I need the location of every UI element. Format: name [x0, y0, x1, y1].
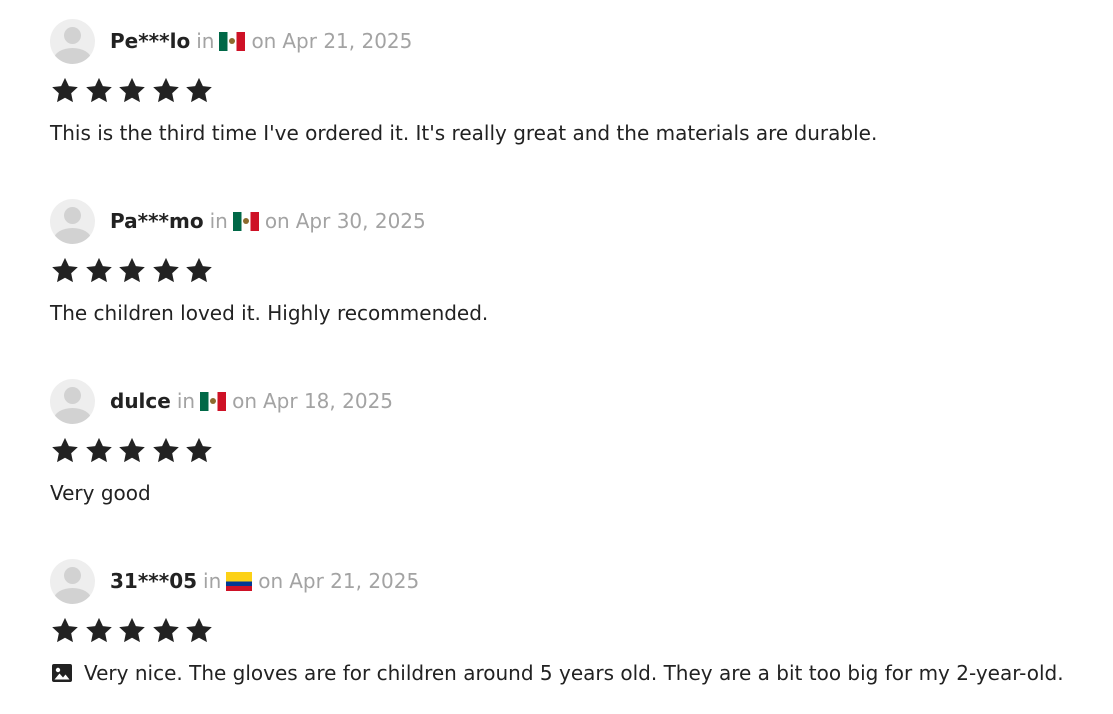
avatar-body-icon	[54, 407, 91, 424]
review-body: The children loved it. Highly recommende…	[50, 301, 489, 325]
star-icon	[117, 616, 147, 646]
star-rating	[50, 76, 1100, 108]
avatar	[50, 558, 95, 604]
in-label: in	[196, 29, 215, 53]
review-body: Very good	[50, 481, 151, 505]
review-header: 31***05 in on Apr 21, 2025	[50, 558, 1100, 604]
avatar-body-icon	[54, 47, 91, 64]
avatar	[50, 198, 95, 244]
date-prefix: on	[232, 389, 257, 413]
image-icon[interactable]	[50, 661, 74, 685]
avatar-body-icon	[54, 227, 91, 244]
review-item: Pe***lo in on Apr 21, 2025 This is the t…	[50, 18, 1100, 146]
review-date: Apr 21, 2025	[282, 29, 413, 53]
colombia-flag-icon	[226, 571, 253, 591]
avatar-head-icon	[64, 566, 81, 584]
date-prefix: on	[258, 569, 284, 593]
mexico-flag-icon	[200, 391, 227, 411]
star-rating	[50, 256, 1100, 288]
review-text: This is the third time I've ordered it. …	[50, 120, 1100, 146]
review-text: Very good	[50, 480, 1100, 506]
review-meta: Pa***mo in on Apr 30, 2025	[110, 209, 426, 233]
star-icon	[184, 616, 214, 646]
star-icon	[50, 436, 80, 466]
review-text: Very nice. The gloves are for children a…	[50, 660, 1100, 686]
star-icon	[151, 76, 181, 106]
review-item: 31***05 in on Apr 21, 2025 Very nice. Th…	[50, 558, 1100, 686]
review-meta: dulce in on Apr 18, 2025	[110, 389, 393, 413]
star-icon	[117, 76, 147, 106]
in-label: in	[209, 209, 228, 233]
review-body: Very nice. The gloves are for children a…	[84, 661, 1064, 685]
star-rating	[50, 436, 1100, 468]
in-label: in	[176, 389, 196, 413]
reviewer-name: dulce	[110, 389, 171, 413]
date-prefix: on	[251, 29, 277, 53]
star-icon	[84, 76, 114, 106]
star-icon	[184, 256, 214, 286]
review-header: Pa***mo in on Apr 30, 2025	[50, 198, 1100, 244]
avatar-head-icon	[64, 206, 81, 224]
review-meta: 31***05 in on Apr 21, 2025	[110, 569, 419, 593]
review-item: dulce in on Apr 18, 2025 Very good	[50, 378, 1100, 506]
star-icon	[151, 436, 181, 466]
star-icon	[84, 256, 114, 286]
review-text: The children loved it. Highly recommende…	[50, 300, 1100, 326]
reviewer-name: Pa***mo	[110, 209, 204, 233]
review-meta: Pe***lo in on Apr 21, 2025	[110, 29, 412, 53]
star-icon	[84, 436, 114, 466]
star-icon	[84, 616, 114, 646]
star-icon	[184, 436, 214, 466]
star-icon	[50, 616, 80, 646]
review-date: Apr 21, 2025	[289, 569, 420, 593]
review-body: This is the third time I've ordered it. …	[50, 121, 878, 145]
in-label: in	[203, 569, 222, 593]
date-prefix: on	[264, 209, 290, 233]
review-date: Apr 18, 2025	[263, 389, 394, 413]
review-date: Apr 30, 2025	[295, 209, 426, 233]
avatar-body-icon	[54, 587, 91, 604]
star-rating	[50, 616, 1100, 648]
review-header: dulce in on Apr 18, 2025	[50, 378, 1100, 424]
avatar	[50, 378, 95, 424]
avatar-head-icon	[64, 386, 81, 404]
star-icon	[50, 256, 80, 286]
avatar	[50, 18, 95, 64]
mexico-flag-icon	[232, 211, 259, 231]
star-icon	[151, 616, 181, 646]
mexico-flag-icon	[219, 31, 246, 51]
star-icon	[151, 256, 181, 286]
reviewer-name: 31***05	[110, 569, 198, 593]
star-icon	[184, 76, 214, 106]
review-header: Pe***lo in on Apr 21, 2025	[50, 18, 1100, 64]
star-icon	[117, 256, 147, 286]
avatar-head-icon	[64, 26, 81, 44]
star-icon	[50, 76, 80, 106]
review-item: Pa***mo in on Apr 30, 2025 The children …	[50, 198, 1100, 326]
reviewer-name: Pe***lo	[110, 29, 191, 53]
star-icon	[117, 436, 147, 466]
